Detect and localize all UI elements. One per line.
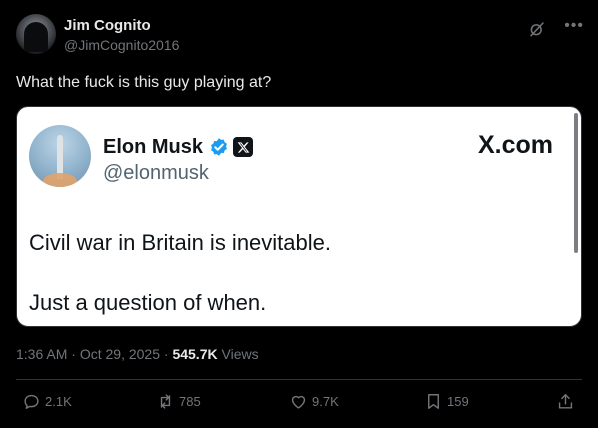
card-scrollbar[interactable] <box>574 113 578 253</box>
grok-icon[interactable] <box>528 20 546 38</box>
x-affiliate-badge-icon <box>233 137 254 157</box>
divider <box>16 379 582 380</box>
meta-separator: · <box>163 346 169 362</box>
bookmark-count: 159 <box>447 394 469 409</box>
repost-button[interactable]: 785 <box>156 392 201 411</box>
action-bar: 2.1K 785 9.7K 159 <box>0 392 598 416</box>
heart-icon <box>291 395 306 409</box>
tweet-text: What the fuck is this guy playing at? <box>16 74 272 91</box>
reply-button[interactable]: 2.1K <box>22 392 72 411</box>
like-count: 9.7K <box>312 394 339 409</box>
author-display-name[interactable]: Jim Cognito <box>64 16 179 35</box>
author-handle[interactable]: @JimCognito2016 <box>64 35 179 55</box>
repost-count: 785 <box>179 394 201 409</box>
avatar[interactable] <box>16 14 56 54</box>
quoted-name: Elon Musk <box>103 136 204 158</box>
tweet-date[interactable]: Oct 29, 2025 <box>80 346 160 362</box>
meta-separator: · <box>71 346 76 362</box>
quoted-handle: @elonmusk <box>103 162 209 184</box>
share-icon <box>558 394 573 409</box>
quoted-avatar <box>29 125 91 187</box>
quoted-tweet-card[interactable]: Elon Musk @elonmusk X.com Civil war in B… <box>16 106 582 327</box>
verified-badge-icon <box>211 138 227 156</box>
bookmark-button[interactable]: 159 <box>424 392 469 411</box>
quoted-text-line-2: Just a question of when. <box>29 290 267 315</box>
bookmark-icon <box>428 394 439 409</box>
more-options-icon[interactable]: ••• <box>564 17 584 35</box>
quoted-text-line-1: Civil war in Britain is inevitable. <box>29 230 331 255</box>
quoted-name-row: Elon Musk <box>103 135 254 159</box>
tweet-time[interactable]: 1:36 AM <box>16 346 67 362</box>
repost-icon <box>160 394 171 409</box>
share-button[interactable] <box>556 392 579 411</box>
reply-count: 2.1K <box>45 394 72 409</box>
tweet-meta: 1:36 AM · Oct 29, 2025 · 545.7K Views <box>16 344 259 364</box>
views-count: 545.7K <box>172 346 218 362</box>
views-label: Views <box>221 346 259 362</box>
x-com-logo: X.com <box>477 131 553 159</box>
like-button[interactable]: 9.7K <box>289 392 339 411</box>
author-names: Jim Cognito @JimCognito2016 <box>64 16 179 55</box>
reply-icon <box>24 394 39 409</box>
tweet-header: Jim Cognito @JimCognito2016 ••• <box>16 14 584 58</box>
